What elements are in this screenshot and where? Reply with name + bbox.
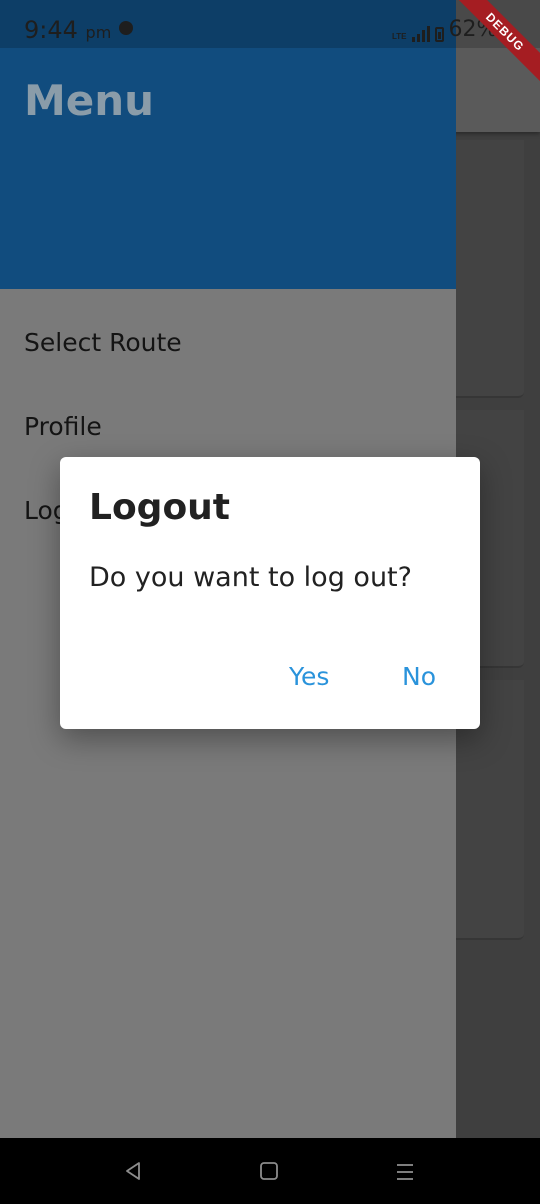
status-time: 9:44 pm	[24, 16, 111, 44]
status-time-value: 9:44	[24, 16, 78, 44]
drawer-title: Menu	[24, 76, 155, 125]
no-button[interactable]: No	[402, 662, 436, 691]
notification-icon	[119, 21, 133, 35]
home-icon[interactable]	[259, 1161, 279, 1181]
dialog-message: Do you want to log out?	[89, 562, 412, 593]
dialog-title: Logout	[89, 487, 231, 528]
drawer-item-select-route[interactable]: Select Route	[24, 328, 182, 357]
back-icon[interactable]	[122, 1160, 144, 1182]
system-navigation-bar	[0, 1138, 540, 1204]
network-type: LTE	[392, 32, 407, 41]
recent-apps-icon[interactable]	[394, 1162, 416, 1182]
drawer-item-profile[interactable]: Profile	[24, 412, 102, 441]
status-time-ampm: pm	[85, 23, 112, 42]
battery-icon	[434, 27, 444, 42]
status-bar: 9:44 pm LTE 62%	[0, 0, 540, 48]
signal-icon	[411, 26, 430, 42]
screen: Menu Select Route Profile Logout 9:44 pm…	[0, 0, 540, 1204]
yes-button[interactable]: Yes	[289, 662, 329, 691]
logout-dialog: Logout Do you want to log out? Yes No	[60, 457, 480, 729]
